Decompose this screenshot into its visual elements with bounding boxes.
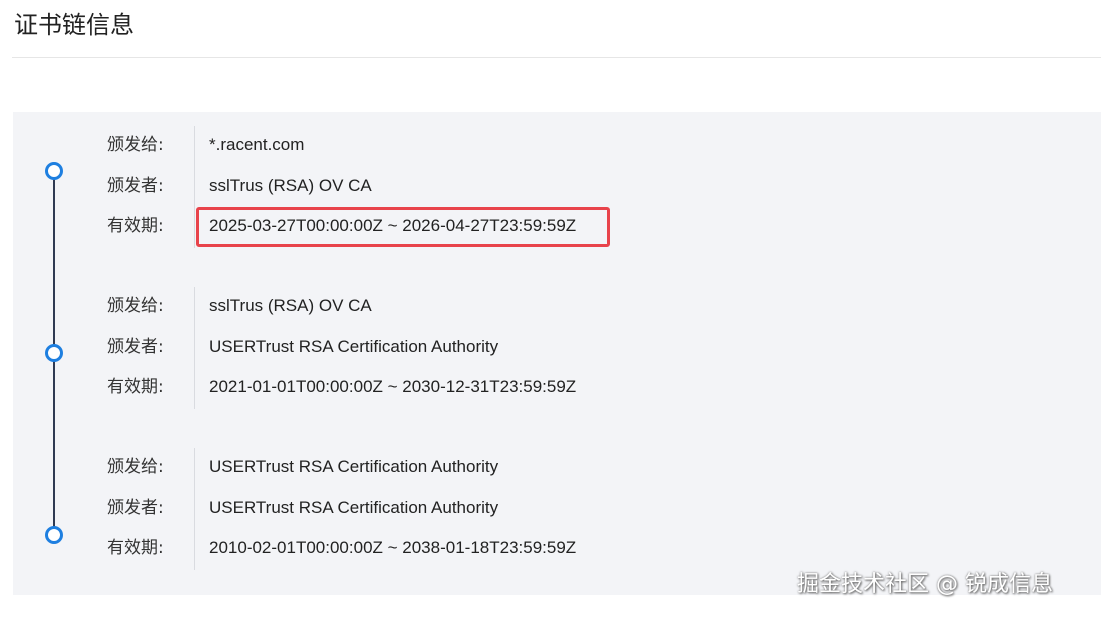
- issued-to-value: *.racent.com: [209, 135, 305, 154]
- certificate-chain-page: 证书链信息 颁发给: *.racent.com 颁发者: sslTrus (RS…: [0, 0, 1101, 618]
- issued-to-value: USERTrust RSA Certification Authority: [209, 457, 499, 476]
- issued-to-row: 颁发给: USERTrust RSA Certification Authori…: [0, 455, 1101, 479]
- validity-value: 2021-01-01T00:00:00Z ~ 2030-12-31T23:59:…: [209, 377, 577, 396]
- issued-to-label: 颁发给:: [107, 457, 164, 477]
- issued-by-row: 颁发者: sslTrus (RSA) OV CA: [0, 174, 1101, 198]
- validity-value: 2025-03-27T00:00:00Z ~ 2026-04-27T23:59:…: [209, 216, 577, 235]
- issued-to-row: 颁发给: sslTrus (RSA) OV CA: [0, 294, 1101, 318]
- issued-by-value: sslTrus (RSA) OV CA: [209, 176, 372, 195]
- certificate-item: 颁发给: USERTrust RSA Certification Authori…: [0, 434, 1101, 570]
- issued-by-label: 颁发者:: [107, 337, 164, 357]
- issued-by-value: USERTrust RSA Certification Authority: [209, 498, 499, 517]
- validity-label: 有效期:: [107, 377, 164, 397]
- issued-to-label: 颁发给:: [107, 135, 164, 155]
- watermark: 掘金技术社区 @ 锐成信息: [797, 572, 1053, 597]
- validity-label: 有效期:: [107, 216, 164, 236]
- issued-by-label: 颁发者:: [107, 176, 164, 196]
- validity-row: 有效期: 2025-03-27T00:00:00Z ~ 2026-04-27T2…: [0, 214, 1101, 238]
- page-title: 证书链信息: [14, 11, 134, 39]
- validity-label: 有效期:: [107, 538, 164, 558]
- validity-row: 有效期: 2021-01-01T00:00:00Z ~ 2030-12-31T2…: [0, 375, 1101, 399]
- issued-by-row: 颁发者: USERTrust RSA Certification Authori…: [0, 335, 1101, 359]
- certificate-item: 颁发给: *.racent.com 颁发者: sslTrus (RSA) OV …: [0, 112, 1101, 248]
- issued-by-value: USERTrust RSA Certification Authority: [209, 337, 499, 356]
- validity-value: 2010-02-01T00:00:00Z ~ 2038-01-18T23:59:…: [209, 538, 577, 557]
- issued-by-label: 颁发者:: [107, 498, 164, 518]
- issued-to-row: 颁发给: *.racent.com: [0, 133, 1101, 157]
- certificate-item: 颁发给: sslTrus (RSA) OV CA 颁发者: USERTrust …: [0, 273, 1101, 409]
- title-divider: [12, 57, 1101, 58]
- validity-row: 有效期: 2010-02-01T00:00:00Z ~ 2038-01-18T2…: [0, 536, 1101, 560]
- issued-to-label: 颁发给:: [107, 296, 164, 316]
- issued-by-row: 颁发者: USERTrust RSA Certification Authori…: [0, 496, 1101, 520]
- issued-to-value: sslTrus (RSA) OV CA: [209, 296, 372, 315]
